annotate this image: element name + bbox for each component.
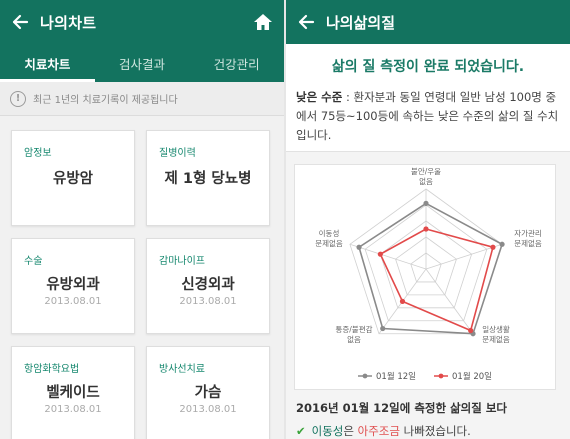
radar-point-series-1 [423, 200, 429, 206]
tab-bar: 치료차트 검사결과 건강관리 [0, 44, 284, 82]
level-label: 낮은 수준 [296, 90, 343, 104]
card-label: 방사선치료 [159, 364, 205, 375]
axis-label-pain: 통증/불편감 없음 [335, 325, 373, 344]
tab-test-results[interactable]: 검사결과 [95, 44, 190, 82]
radar-spoke [425, 268, 474, 334]
back-button[interactable] [0, 0, 40, 44]
my-quality-of-life-screen: 나의삶의질 삶의 질 측정이 완료 되었습니다. 낮은 수준 : 환자분과 동일… [286, 0, 570, 439]
card-value: 신경외과 [181, 277, 235, 293]
comparison-item: 이동성 [311, 424, 344, 438]
card-date: 2013.08.01 [44, 296, 102, 307]
card-value: 유방외과 [46, 277, 100, 293]
comparison-title: 2016년 01월 12일에 측정한 삶의질 보다 [296, 401, 507, 415]
card-value: 가슴 [194, 385, 222, 401]
card-gamma-knife[interactable]: 감마나이프 신경외과 2013.08.01 [146, 238, 270, 334]
card-date: 2013.08.01 [179, 404, 237, 415]
radar-point-series-2 [490, 244, 496, 250]
card-surgery[interactable]: 수술 유방외과 2013.08.01 [11, 238, 135, 334]
card-cancer-info[interactable]: 암정보 유방암 [11, 130, 135, 226]
legend-marker-icon [358, 373, 373, 379]
comparison-particle: 은 [343, 424, 358, 438]
card-value: 제 1형 당뇨병 [164, 171, 252, 187]
comparison-result: ✔ 이동성 은 아주조금 나빠졌습니다. [296, 423, 471, 439]
home-icon [254, 14, 272, 30]
radar-series-2 [379, 228, 494, 332]
radar-point-series-2 [423, 226, 429, 232]
chart-legend: 01월 12일 01월 20일 [295, 370, 555, 382]
axis-label-mobility: 이동성 문제없음 [315, 229, 343, 248]
my-chart-screen: 나의차트 치료차트 검사결과 건강관리 ! 최근 1년의 치료기록이 제공됩니다… [0, 0, 284, 439]
card-label: 암정보 [24, 148, 52, 159]
radar-point-series-1 [380, 325, 386, 332]
app-bar: 나의차트 [0, 0, 284, 44]
page-title: 나의삶의질 [326, 13, 396, 32]
check-icon: ✔ [296, 424, 306, 438]
card-label: 감마나이프 [159, 256, 205, 267]
card-radiation-therapy[interactable]: 방사선치료 가슴 2013.08.01 [146, 346, 270, 439]
result-headline: 삶의 질 측정이 완료 되었습니다. [286, 44, 570, 88]
radar-chart-card: 불안/우울 없음 자가관리 문제없음 일상생활 문제없음 통증/불편감 없음 이동성 문제… [294, 164, 556, 390]
card-date: 2013.08.01 [44, 404, 102, 415]
info-icon: ! [10, 90, 26, 107]
legend-item-series2: 01월 20일 [434, 370, 492, 382]
back-button[interactable] [286, 0, 326, 44]
axis-label-daily-activity: 일상생활 문제없음 [482, 325, 510, 344]
legend-marker-icon [434, 373, 448, 379]
card-label: 질병이력 [159, 148, 196, 159]
card-date: 2013.08.01 [179, 296, 237, 307]
home-button[interactable] [252, 11, 274, 33]
comparison-change: 아주조금 [357, 424, 400, 438]
comparison-tail: 나빠졌습니다. [399, 424, 471, 438]
notice-text: 최근 1년의 치료기록이 제공됩니다 [33, 95, 178, 106]
notice-bar: ! 최근 1년의 치료기록이 제공됩니다 [0, 82, 284, 116]
back-arrow-icon [298, 14, 315, 30]
card-label: 수술 [24, 256, 43, 267]
result-description: 낮은 수준 : 환자분과 동일 연령대 일반 남성 100명 중에서 75등~1… [286, 88, 570, 152]
tab-health-management[interactable]: 건강관리 [189, 44, 284, 82]
radar-point-series-2 [399, 298, 406, 304]
legend-item-series1: 01월 12일 [358, 370, 416, 382]
card-disease-history[interactable]: 질병이력 제 1형 당뇨병 [146, 130, 270, 226]
axis-label-anxiety: 불안/우울 없음 [410, 167, 442, 186]
card-label: 항암화학요법 [24, 364, 80, 375]
card-value: 유방암 [52, 171, 94, 187]
card-value: 벨케이드 [46, 385, 100, 401]
legend-label: 01월 20일 [452, 372, 492, 382]
tab-treatment-chart[interactable]: 치료차트 [0, 44, 95, 82]
app-bar: 나의삶의질 [286, 0, 570, 44]
axis-label-self-care: 자가관리 문제없음 [514, 229, 542, 248]
legend-label: 01월 12일 [376, 372, 416, 382]
page-title: 나의차트 [40, 13, 97, 32]
radar-point-series-1 [356, 244, 362, 250]
back-arrow-icon [12, 14, 29, 30]
card-chemotherapy[interactable]: 항암화학요법 벨케이드 2013.08.01 [11, 346, 135, 439]
radar-point-series-2 [377, 251, 383, 257]
